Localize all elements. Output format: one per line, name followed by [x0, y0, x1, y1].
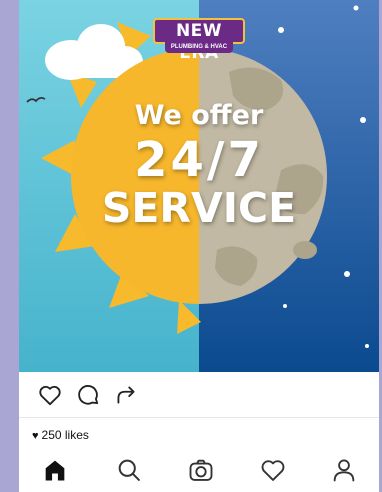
home-icon[interactable] — [41, 456, 69, 484]
brand-name: NEW ERA — [153, 18, 245, 63]
brand-tagline: PLUMBING & HVAC — [165, 42, 233, 53]
headline-line-2: 24/7 — [134, 132, 264, 188]
post-card: NEW ERA PLUMBING & HVAC We offer 24/7 SE… — [19, 0, 379, 492]
heart-outline-icon[interactable] — [37, 382, 63, 408]
share-arrow-icon[interactable] — [113, 382, 139, 408]
comment-bubble-icon[interactable] — [75, 382, 101, 408]
profile-icon[interactable] — [330, 456, 358, 484]
activity-heart-icon[interactable] — [259, 456, 287, 484]
likes-text: 250 likes — [41, 428, 89, 442]
likes-count[interactable]: ♥ 250 likes — [32, 428, 89, 442]
search-icon[interactable] — [115, 456, 143, 484]
post-image[interactable]: NEW ERA PLUMBING & HVAC We offer 24/7 SE… — [19, 0, 379, 372]
headline-line-3: SERVICE — [101, 184, 297, 232]
post-actions — [19, 372, 379, 418]
camera-icon[interactable] — [187, 456, 215, 484]
brand-logo: NEW ERA PLUMBING & HVAC — [153, 12, 245, 63]
bottom-navigation — [19, 448, 379, 492]
headline-line-1: We offer — [134, 100, 264, 131]
heart-filled-icon: ♥ — [32, 430, 39, 442]
